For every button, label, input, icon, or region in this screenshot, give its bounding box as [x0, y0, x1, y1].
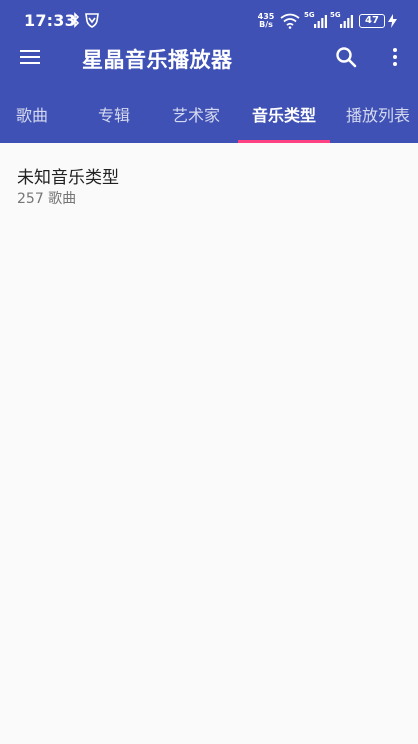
tab-bar: 歌曲 专辑 艺术家 音乐类型 播放列表: [0, 90, 418, 143]
network-speed-unit: B/s: [259, 20, 273, 29]
status-time: 17:33: [24, 11, 76, 30]
status-bar: 17:33 435 B/s 5G 5G 47: [0, 0, 418, 44]
app-screen: 17:33 435 B/s 5G 5G 47 星晶音乐播放器 歌曲 专辑 艺术家…: [0, 0, 418, 744]
tab-songs[interactable]: 歌曲: [0, 90, 64, 143]
battery-indicator: 47: [359, 14, 385, 28]
tab-playlists[interactable]: 播放列表: [338, 90, 418, 143]
genre-name: 未知音乐类型: [17, 168, 119, 188]
vpn-shield-icon: [85, 13, 99, 28]
network-speed: 435 B/s: [257, 13, 275, 29]
genre-song-count: 257 歌曲: [17, 191, 77, 207]
tab-artists[interactable]: 艺术家: [160, 90, 232, 143]
tab-albums[interactable]: 专辑: [82, 90, 146, 143]
more-vertical-icon[interactable]: [385, 45, 405, 69]
app-title: 星晶音乐播放器: [82, 48, 233, 72]
bluetooth-icon: [70, 12, 80, 28]
app-bar: 17:33 435 B/s 5G 5G 47 星晶音乐播放器 歌曲 专辑 艺术家…: [0, 0, 418, 143]
hamburger-menu-icon[interactable]: [18, 47, 44, 67]
search-icon[interactable]: [334, 45, 358, 69]
genre-list: 未知音乐类型 257 歌曲: [0, 143, 418, 215]
list-item[interactable]: 未知音乐类型 257 歌曲: [0, 143, 418, 215]
tab-genres[interactable]: 音乐类型: [238, 90, 330, 143]
charging-bolt-icon: [388, 14, 397, 28]
cell-signal-icon: [340, 15, 353, 28]
wifi-icon: [280, 13, 300, 29]
cell-signal-icon: [314, 15, 327, 28]
